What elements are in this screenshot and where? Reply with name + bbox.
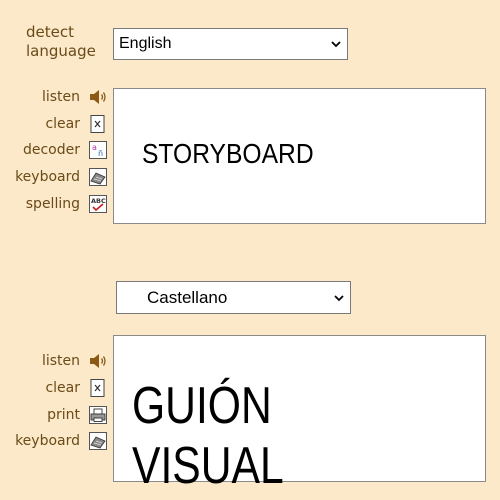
target-text-area[interactable]: GUIÓN VISUAL xyxy=(113,335,486,495)
source-spelling-button[interactable]: spelling ABC xyxy=(26,193,108,215)
chevron-down-icon xyxy=(334,294,344,301)
source-text-area[interactable]: STORYBOARD xyxy=(113,88,486,224)
target-print-button[interactable]: print xyxy=(47,404,108,426)
svg-text:a: a xyxy=(92,143,97,152)
keyboard-label: keyboard xyxy=(15,169,80,185)
clear-document-icon xyxy=(90,115,105,133)
source-language-value: English xyxy=(119,35,172,52)
keyboard-icon xyxy=(89,432,107,450)
source-listen-button[interactable]: listen xyxy=(42,86,108,108)
clear-label: clear xyxy=(45,116,80,132)
spelling-label: spelling xyxy=(25,196,80,212)
source-language-select[interactable]: English xyxy=(113,28,348,60)
printer-icon xyxy=(89,406,107,424)
keyboard-icon xyxy=(89,168,107,186)
svg-text:ñ: ñ xyxy=(98,149,103,158)
target-text: GUIÓN VISUAL xyxy=(132,377,284,495)
listen-label: listen xyxy=(41,89,80,105)
source-clear-button[interactable]: clear xyxy=(45,113,108,135)
source-decoder-button[interactable]: decoder a ñ xyxy=(23,139,108,161)
listen-label: listen xyxy=(41,353,80,369)
svg-text:ABC: ABC xyxy=(91,197,106,205)
target-language-value: Castellano xyxy=(147,287,228,307)
clear-document-icon xyxy=(90,379,105,397)
decoder-label: decoder xyxy=(22,142,80,158)
print-label: print xyxy=(47,407,80,423)
source-keyboard-button[interactable]: keyboard xyxy=(15,166,108,188)
decoder-icon: a ñ xyxy=(89,141,107,159)
detect-language-label: detect language xyxy=(26,23,96,60)
keyboard-label: keyboard xyxy=(15,433,80,449)
speaker-icon xyxy=(90,90,106,104)
target-keyboard-button[interactable]: keyboard xyxy=(15,430,108,452)
target-language-select[interactable]: Castellano xyxy=(116,281,351,314)
speaker-icon xyxy=(90,354,106,368)
target-clear-button[interactable]: clear xyxy=(45,377,108,399)
chevron-down-icon xyxy=(331,41,341,48)
target-listen-button[interactable]: listen xyxy=(42,350,108,372)
spellcheck-icon: ABC xyxy=(89,195,107,213)
clear-label: clear xyxy=(45,380,80,396)
source-text: STORYBOARD xyxy=(142,138,314,169)
